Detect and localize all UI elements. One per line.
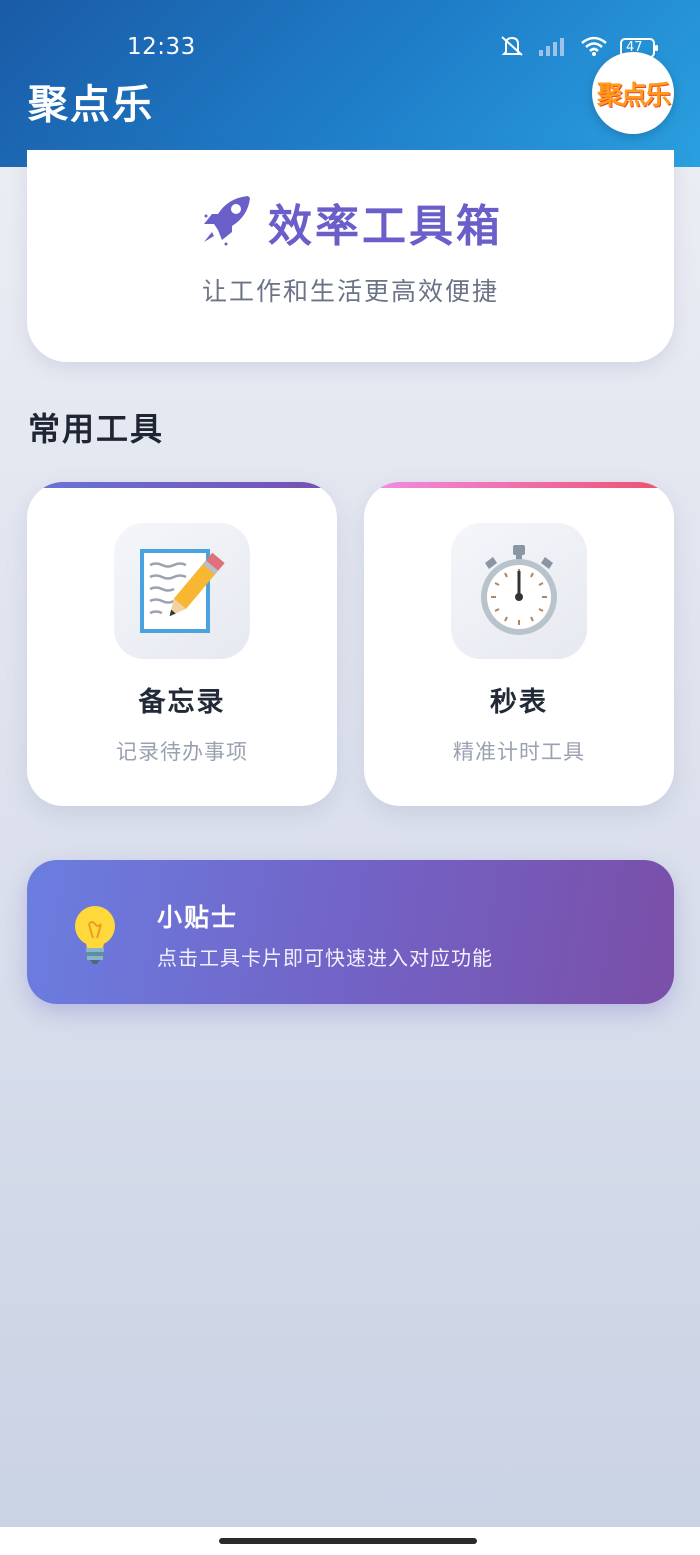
- section-title: 常用工具: [28, 410, 165, 448]
- tool-desc: 记录待办事项: [116, 740, 248, 764]
- tip-card: 小贴士 点击工具卡片即可快速进入对应功能: [27, 860, 674, 1004]
- hero-title-row: 效率工具箱: [27, 190, 674, 254]
- memo-icon: [134, 541, 230, 641]
- tip-text: 点击工具卡片即可快速进入对应功能: [157, 946, 493, 970]
- app-title: 聚点乐: [28, 82, 154, 128]
- app-header: 12:33 47 聚点乐 聚点乐: [0, 0, 700, 167]
- tool-card-stopwatch[interactable]: 秒表 精准计时工具: [364, 482, 674, 806]
- tool-desc: 精准计时工具: [453, 740, 585, 764]
- hero-title: 效率工具箱: [268, 201, 503, 252]
- hero-card: 效率工具箱 让工作和生活更高效便捷: [27, 150, 674, 362]
- signal-icon: [538, 35, 568, 61]
- logo-text: 聚点乐: [596, 80, 671, 111]
- app-logo[interactable]: 聚点乐: [592, 52, 674, 134]
- mute-icon: [498, 34, 526, 62]
- stopwatch-icon: [471, 541, 567, 641]
- rocket-icon: [198, 192, 254, 252]
- lightbulb-icon: [67, 902, 123, 970]
- stopwatch-icon-box: [451, 523, 587, 659]
- card-accent-bar: [27, 482, 337, 488]
- hero-subtitle: 让工作和生活更高效便捷: [201, 277, 499, 306]
- tool-name: 秒表: [490, 687, 548, 718]
- tip-title: 小贴士: [157, 903, 239, 932]
- tool-card-memo[interactable]: 备忘录 记录待办事项: [27, 482, 337, 806]
- wifi-icon: [580, 35, 608, 61]
- status-time: 12:33: [127, 34, 196, 60]
- home-indicator[interactable]: [219, 1538, 477, 1544]
- tool-name: 备忘录: [138, 687, 226, 718]
- memo-icon-box: [114, 523, 250, 659]
- card-accent-bar: [364, 482, 674, 488]
